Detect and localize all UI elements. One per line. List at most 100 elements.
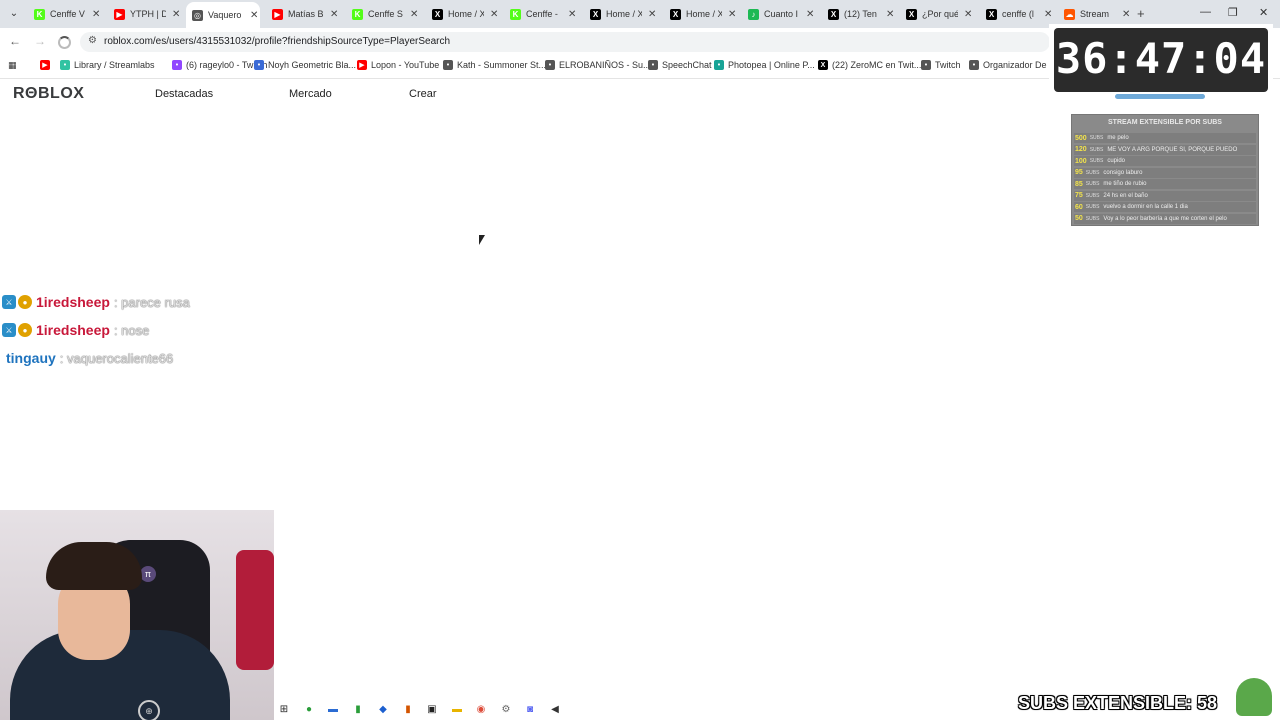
bookmark-7[interactable]: • SpeechChat	[648, 60, 712, 70]
close-tab-icon[interactable]: ✕	[964, 9, 972, 20]
goal-text: Voy a lo peor barbería a que me corten e…	[1103, 215, 1227, 222]
tab-title: Cenffe -	[526, 9, 558, 19]
bookmark-label: ELROBANIÑOS - Su...	[559, 60, 651, 70]
start-icon[interactable]: ⊞	[278, 703, 290, 716]
close-tab-icon[interactable]: ✕	[1044, 9, 1052, 20]
tab-5[interactable]: X Home / X ✕	[426, 4, 500, 24]
chrome-icon[interactable]: ◉	[475, 703, 487, 716]
tab-11[interactable]: X ¿Por qué ✕	[900, 4, 974, 24]
forward-icon[interactable]: →	[34, 34, 46, 48]
close-tab-icon[interactable]: ✕	[490, 9, 498, 20]
tab-9[interactable]: ♪ Cuanto I ✕	[742, 4, 816, 24]
webcam-feed: π ⊕	[0, 510, 274, 720]
app-icon-2[interactable]: ▮	[402, 703, 414, 716]
close-tab-icon[interactable]: ✕	[172, 9, 180, 20]
tab-title: Stream	[1080, 9, 1110, 19]
bookmark-4[interactable]: ▶ Lopon - YouTube	[357, 60, 439, 70]
subs-goal-row: 85 SUBS me tiño de rubio	[1074, 179, 1256, 189]
close-tab-icon[interactable]: ✕	[886, 9, 894, 20]
bookmark-label: Lopon - YouTube	[371, 60, 440, 70]
speaker-icon[interactable]: ◀	[549, 703, 561, 716]
close-tab-icon[interactable]: ✕	[250, 10, 258, 21]
bookmark-10[interactable]: • Twitch	[921, 60, 961, 70]
vip-badge-icon: ●	[18, 323, 32, 337]
tab-title: (12) Ten	[844, 9, 877, 19]
kick-icon: K	[510, 8, 521, 20]
goal-amount: 75	[1075, 192, 1083, 199]
close-tab-icon[interactable]: ✕	[568, 9, 576, 20]
folder-icon[interactable]: ▬	[451, 703, 463, 716]
panel-title: STREAM EXTENSIBLE POR SUBS	[1108, 119, 1222, 126]
close-tab-icon[interactable]: ✕	[1122, 9, 1130, 20]
xbox-icon[interactable]: ●	[303, 703, 315, 716]
nav-crear[interactable]: Crear	[409, 88, 437, 100]
app-icon[interactable]: ▮	[352, 703, 364, 716]
roblox-icon: ◎	[192, 9, 203, 21]
tab-8[interactable]: X Home / X ✕	[664, 4, 738, 24]
goal-amount: 500	[1075, 134, 1087, 142]
bookmark-9[interactable]: X (22) ZeroMC en Twit...	[818, 60, 921, 70]
close-tab-icon[interactable]: ✕	[728, 9, 736, 20]
bookmark-3[interactable]: • Noyh Geometric Bla...	[254, 60, 356, 70]
bookmark-5[interactable]: • Kath - Summoner St...	[443, 60, 546, 70]
tab-2[interactable]: ◎ Vaquero ✕	[186, 2, 260, 28]
goal-amount: 95	[1075, 169, 1083, 176]
goal-subs-label: SUBS	[1085, 169, 1100, 176]
settings-icon[interactable]: ⚙	[500, 703, 512, 716]
photopea-icon: •	[714, 60, 724, 70]
goal-subs-label: SUBS	[1085, 192, 1100, 199]
terminal-icon[interactable]: ▣	[426, 703, 438, 716]
tab-1[interactable]: ▶ YTPH | D ✕	[108, 4, 182, 24]
tab-title: ¿Por qué	[922, 9, 958, 19]
soundcloud-icon: ☁	[1064, 8, 1075, 20]
close-tab-icon[interactable]: ✕	[806, 9, 814, 20]
x-icon: X	[590, 8, 601, 20]
tab-0[interactable]: K Cenffe V ✕	[28, 4, 102, 24]
site-info-icon[interactable]: ⚙	[88, 35, 97, 46]
tab-7[interactable]: X Home / X ✕	[584, 4, 658, 24]
close-window-icon[interactable]: ✕	[1259, 6, 1268, 19]
timer-box: 36:47:04	[1054, 28, 1268, 92]
close-tab-icon[interactable]: ✕	[410, 9, 418, 20]
tab-4[interactable]: K Cenffe S ✕	[346, 4, 420, 24]
tab-title: Home / X	[448, 9, 484, 19]
tab-6[interactable]: K Cenffe - ✕	[504, 4, 578, 24]
bookmark-6[interactable]: • ELROBANIÑOS - Su...	[545, 60, 651, 70]
roblox-logo[interactable]: RΘBLOX	[13, 85, 84, 103]
tab-search-icon[interactable]: ⌄	[4, 4, 24, 24]
back-icon[interactable]: ←	[9, 34, 21, 48]
chat-message: ⚔ ● 1iredsheep: parece rusa	[2, 292, 190, 312]
new-tab-button[interactable]: +	[1137, 6, 1145, 21]
nav-mercado[interactable]: Mercado	[289, 88, 332, 100]
tab-13[interactable]: ☁ Stream ✕	[1058, 4, 1132, 24]
tab-title: YTPH | D	[130, 9, 166, 19]
vip-badge-icon: ●	[18, 295, 32, 309]
chair-logo-icon: π	[140, 566, 156, 582]
loading-icon[interactable]	[58, 36, 71, 49]
tab-3[interactable]: ▶ Matías B ✕	[266, 4, 340, 24]
restore-icon[interactable]: ❐	[1228, 6, 1238, 19]
bookmark-0[interactable]: ▶	[40, 60, 54, 70]
apps-icon[interactable]: ▦	[8, 60, 17, 71]
bookmark-8[interactable]: • Photopea | Online P...	[714, 60, 815, 70]
address-bar[interactable]: ⚙ roblox.com/es/users/4315531032/profile…	[80, 32, 1050, 52]
bookmark-label: Photopea | Online P...	[728, 60, 815, 70]
globe-icon: •	[969, 60, 979, 70]
bookmark-1[interactable]: • Library / Streamlabs	[60, 60, 155, 70]
store-icon[interactable]: ◆	[377, 703, 389, 716]
discord-icon[interactable]: ◙	[524, 703, 536, 716]
goal-amount: 120	[1075, 146, 1087, 153]
minimize-icon[interactable]: —	[1200, 6, 1211, 18]
taskview-icon[interactable]: ▬	[327, 703, 339, 716]
url-text[interactable]: roblox.com/es/users/4315531032/profile?f…	[104, 36, 450, 47]
close-tab-icon[interactable]: ✕	[648, 9, 656, 20]
tab-12[interactable]: Xcenffe (l ✕	[980, 4, 1054, 24]
subs-goal-row: 50 SUBS Voy a lo peor barbería a que me co…	[1074, 213, 1256, 224]
close-tab-icon[interactable]: ✕	[330, 9, 338, 20]
goal-subs-label: SUBS	[1089, 146, 1104, 153]
goal-text: me pelo	[1107, 135, 1129, 141]
youtube-icon: ▶	[114, 8, 125, 20]
nav-destacadas[interactable]: Destacadas	[155, 88, 213, 100]
close-tab-icon[interactable]: ✕	[92, 9, 100, 20]
tab-10[interactable]: X (12) Ten ✕	[822, 4, 896, 24]
